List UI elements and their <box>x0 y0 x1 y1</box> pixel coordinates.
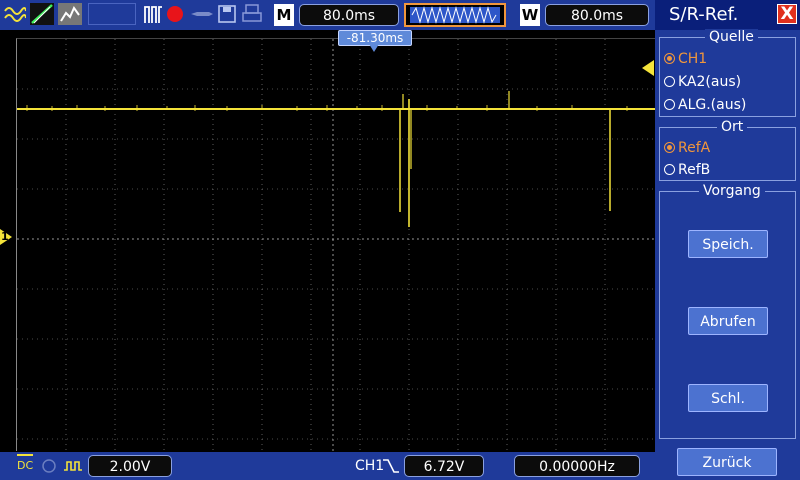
vector-mode-icon[interactable] <box>30 3 54 25</box>
dc-coupling-label: DC <box>17 459 34 472</box>
position-arrow-icon <box>369 44 379 52</box>
pulse-icon[interactable] <box>63 458 83 474</box>
wave-icon[interactable] <box>4 3 26 25</box>
waveform-window-box[interactable] <box>404 3 506 27</box>
volts-per-div-display[interactable]: 2.00V <box>88 455 172 477</box>
waveform-screen[interactable] <box>16 38 656 451</box>
window-time-display[interactable]: 80.0ms <box>545 4 649 26</box>
location-group-title: Ort <box>717 119 748 135</box>
m-indicator: M <box>274 4 294 26</box>
radio-unselected-icon <box>664 164 675 175</box>
top-toolbar: M 80.0ms W 80.0ms <box>0 0 655 30</box>
bandwidth-limit-icon[interactable] <box>39 458 59 474</box>
w-indicator: W <box>520 4 540 26</box>
trigger-slope-icon[interactable] <box>382 457 400 475</box>
source-option-label: ALG.(aus) <box>678 97 747 113</box>
trigger-channel-label: CH1 <box>355 458 385 474</box>
printer-icon[interactable] <box>241 3 263 25</box>
source-option-ka2[interactable]: KA2(aus) <box>664 73 741 91</box>
frequency-display: 0.00000Hz <box>514 455 640 477</box>
source-option-label: CH1 <box>678 51 708 67</box>
run-stop-icon[interactable] <box>143 3 163 25</box>
probe-icon[interactable] <box>189 3 215 25</box>
close-operation-button[interactable]: Schl. <box>688 384 768 412</box>
source-option-alg[interactable]: ALG.(aus) <box>664 96 746 114</box>
trigger-level-display[interactable]: 6.72V <box>404 455 484 477</box>
ch1-marker-label: 1 <box>1 230 9 243</box>
persistence-icon[interactable] <box>58 3 82 25</box>
location-option-refb[interactable]: RefB <box>664 161 710 179</box>
dc-coupling-icon[interactable]: DC <box>17 454 33 478</box>
source-group-title: Quelle <box>705 29 758 45</box>
waveform-thumbnail-icon <box>410 6 500 24</box>
location-option-label: RefB <box>678 162 711 178</box>
trigger-level-arrow-icon[interactable] <box>642 60 654 76</box>
recall-button[interactable]: Abrufen <box>688 307 768 335</box>
save-button[interactable]: Speich. <box>688 230 768 258</box>
side-panel: S/R-Ref. X Quelle CH1 KA2(aus) ALG.(aus)… <box>655 0 800 480</box>
radio-unselected-icon <box>664 76 675 87</box>
source-option-ch1[interactable]: CH1 <box>664 50 707 68</box>
close-icon[interactable]: X <box>777 4 797 24</box>
save-disk-icon[interactable] <box>217 3 237 25</box>
radio-selected-icon <box>664 142 675 153</box>
ch1-trace <box>17 91 656 227</box>
graticule-grid <box>17 39 656 451</box>
status-bar: DC 2.00V CH1 6.72V 0.00000Hz <box>0 452 655 480</box>
location-option-label: RefA <box>678 140 711 156</box>
panel-title: S/R-Ref. <box>669 4 739 25</box>
operation-group-title: Vorgang <box>699 183 765 199</box>
radio-unselected-icon <box>664 99 675 110</box>
ch1-level-marker[interactable]: 1 <box>0 229 14 245</box>
radio-selected-icon <box>664 53 675 64</box>
source-option-label: KA2(aus) <box>678 74 742 90</box>
back-button[interactable]: Zurück <box>677 448 777 476</box>
side-panel-header: S/R-Ref. X <box>655 0 800 30</box>
record-icon[interactable] <box>165 3 185 25</box>
location-option-refa[interactable]: RefA <box>664 139 710 157</box>
display-slot[interactable] <box>88 3 136 25</box>
time-base-display[interactable]: 80.0ms <box>299 4 399 26</box>
